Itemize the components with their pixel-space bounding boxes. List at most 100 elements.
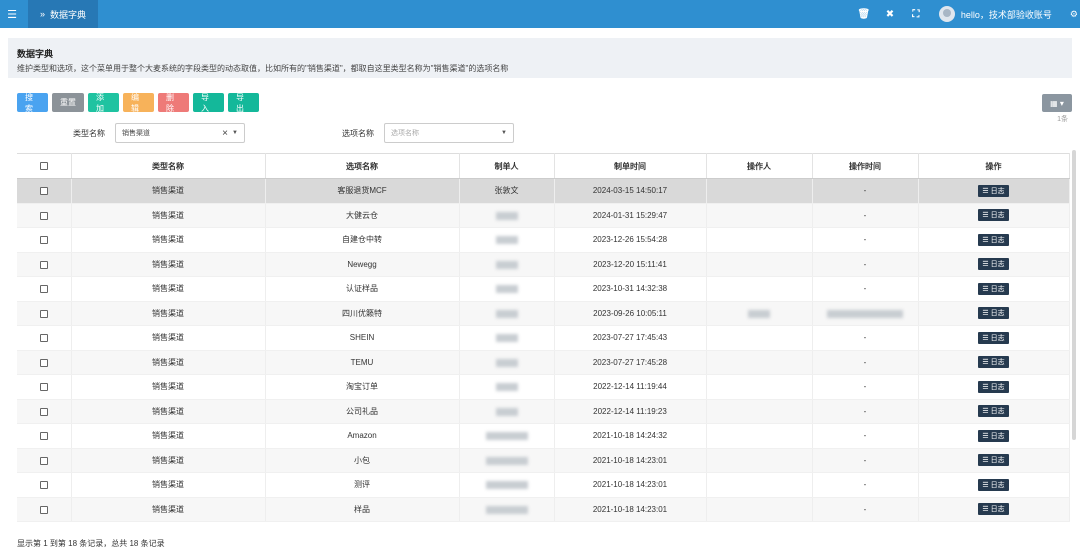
row-checkbox-cell[interactable] xyxy=(17,448,72,473)
redacted-name xyxy=(495,285,518,294)
list-icon: ☰ xyxy=(982,285,989,293)
type-cell: 销售渠道 xyxy=(71,497,266,522)
type-select[interactable]: 销售渠道 × ▼ xyxy=(115,123,245,143)
table-row[interactable]: 销售渠道 SHEIN 2023-07-27 17:45:43 - ☰ 日志 xyxy=(17,325,1070,351)
table-row[interactable]: 销售渠道 大健云仓 2024-01-31 15:29:47 - ☰ 日志 xyxy=(17,203,1070,228)
log-button[interactable]: ☰ 日志 xyxy=(978,478,1009,491)
row-checkbox[interactable] xyxy=(39,260,48,269)
log-button[interactable]: ☰ 日志 xyxy=(978,405,1009,418)
log-button[interactable]: ☰ 日志 xyxy=(978,282,1009,295)
table-row[interactable]: 销售渠道 客服退货MCF 张敦文 2024-03-15 14:50:17 - ☰ 日志 xyxy=(17,178,1070,204)
column-header[interactable]: 选项名称 xyxy=(265,153,460,179)
row-checkbox[interactable] xyxy=(39,481,48,490)
log-button[interactable]: ☰ 日志 xyxy=(978,454,1009,467)
delete-button[interactable]: 删除 xyxy=(158,93,189,113)
table-row[interactable]: 销售渠道 TEMU 2023-07-27 17:45:28 - ☰ 日志 xyxy=(17,350,1070,375)
row-checkbox-cell[interactable] xyxy=(17,325,72,351)
log-button[interactable]: ☰ 日志 xyxy=(978,429,1009,442)
column-header[interactable]: 操作人 xyxy=(706,153,813,179)
row-checkbox[interactable] xyxy=(39,456,48,465)
row-checkbox-cell[interactable] xyxy=(17,301,72,326)
tab-data-dictionary[interactable]: » 数据字典 xyxy=(28,0,99,28)
table-row[interactable]: 销售渠道 认证样品 2023-10-31 14:32:38 - ☰ 日志 xyxy=(17,276,1070,302)
clear-icon[interactable]: × xyxy=(222,128,228,139)
user-greeting[interactable]: hello，技术部验收账号 xyxy=(961,8,1052,21)
gear-icon[interactable]: ⚙ xyxy=(1070,9,1078,20)
select-all-checkbox-cell[interactable] xyxy=(17,153,72,179)
row-checkbox[interactable] xyxy=(39,211,48,220)
avatar[interactable] xyxy=(938,6,955,22)
row-checkbox[interactable] xyxy=(39,358,48,367)
search-button[interactable]: 搜索 xyxy=(17,93,48,113)
log-button[interactable]: ☰ 日志 xyxy=(978,184,1009,197)
time-cell: 2024-03-15 14:50:17 xyxy=(554,178,707,204)
table-row[interactable]: 销售渠道 四川优籁特 2023-09-26 10:05:11 ☰ 日志 xyxy=(17,301,1070,326)
row-checkbox-cell[interactable] xyxy=(17,252,72,277)
row-checkbox[interactable] xyxy=(39,187,48,196)
row-checkbox[interactable] xyxy=(39,285,48,294)
option-cell: TEMU xyxy=(265,350,460,375)
menu-icon[interactable]: ☰ xyxy=(0,0,24,28)
row-checkbox[interactable] xyxy=(39,309,48,318)
table-row[interactable]: 销售渠道 小包 2021-10-18 14:23:01 - ☰ 日志 xyxy=(17,448,1070,473)
scrollbar[interactable] xyxy=(1072,150,1076,440)
row-checkbox[interactable] xyxy=(39,505,48,514)
column-header[interactable]: 操作 xyxy=(918,153,1070,179)
log-button[interactable]: ☰ 日志 xyxy=(978,307,1009,320)
log-button[interactable]: ☰ 日志 xyxy=(978,233,1009,246)
pagination-summary: 显示第 1 到第 18 条记录，总共 18 条记录 xyxy=(17,539,165,548)
row-checkbox-cell[interactable] xyxy=(17,350,72,375)
page-title: 数据字典 xyxy=(17,49,54,59)
type-filter-label: 类型名称 xyxy=(73,128,105,138)
log-button[interactable]: ☰ 日志 xyxy=(978,503,1009,516)
row-checkbox-cell[interactable] xyxy=(17,276,72,302)
row-checkbox[interactable] xyxy=(39,334,48,343)
table-row[interactable]: 销售渠道 测评 2021-10-18 14:23:01 - ☰ 日志 xyxy=(17,472,1070,498)
table-row[interactable]: 销售渠道 Amazon 2021-10-18 14:24:32 - ☰ 日志 xyxy=(17,423,1070,449)
type-cell: 销售渠道 xyxy=(71,472,266,498)
select-all-checkbox[interactable] xyxy=(39,162,48,171)
redacted-name xyxy=(495,236,518,245)
table-row[interactable]: 销售渠道 淘宝订单 2022-12-14 11:19:44 - ☰ 日志 xyxy=(17,374,1070,400)
trash-icon[interactable]: 🗑 xyxy=(851,9,877,20)
row-checkbox-cell[interactable] xyxy=(17,472,72,498)
column-header[interactable]: 操作时间 xyxy=(812,153,919,179)
column-header[interactable]: 类型名称 xyxy=(71,153,266,179)
time-cell: 2023-12-20 15:11:41 xyxy=(554,252,707,277)
close-icon[interactable]: ✖ xyxy=(877,9,903,20)
operator-cell xyxy=(706,178,813,204)
row-checkbox-cell[interactable] xyxy=(17,203,72,228)
row-checkbox-cell[interactable] xyxy=(17,178,72,204)
add-button[interactable]: 添加 xyxy=(88,93,119,113)
row-checkbox[interactable] xyxy=(39,236,48,245)
row-checkbox-cell[interactable] xyxy=(17,423,72,449)
table-row[interactable]: 销售渠道 Newegg 2023-12-20 15:11:41 - ☰ 日志 xyxy=(17,252,1070,277)
column-header[interactable]: 制单时间 xyxy=(554,153,707,179)
table-row[interactable]: 销售渠道 自建仓中转 2023-12-26 15:54:28 - ☰ 日志 xyxy=(17,227,1070,253)
edit-button[interactable]: 编辑 xyxy=(123,93,154,113)
row-checkbox-cell[interactable] xyxy=(17,399,72,424)
table-row[interactable]: 销售渠道 公司礼品 2022-12-14 11:19:23 - ☰ 日志 xyxy=(17,399,1070,424)
fullscreen-icon[interactable]: ⛶ xyxy=(903,9,929,20)
log-button[interactable]: ☰ 日志 xyxy=(978,258,1009,271)
option-cell: Amazon xyxy=(265,423,460,449)
log-button[interactable]: ☰ 日志 xyxy=(978,380,1009,393)
log-button[interactable]: ☰ 日志 xyxy=(978,331,1009,344)
row-checkbox-cell[interactable] xyxy=(17,374,72,400)
action-cell: ☰ 日志 xyxy=(918,497,1070,522)
columns-toggle-button[interactable]: ▦ ▾ xyxy=(1042,94,1072,112)
import-button[interactable]: 导入 xyxy=(193,93,224,113)
row-checkbox-cell[interactable] xyxy=(17,497,72,522)
table-row[interactable]: 销售渠道 样品 2021-10-18 14:23:01 - ☰ 日志 xyxy=(17,497,1070,522)
log-button[interactable]: ☰ 日志 xyxy=(978,356,1009,369)
log-button[interactable]: ☰ 日志 xyxy=(978,209,1009,222)
export-button[interactable]: 导出 xyxy=(228,93,259,113)
row-checkbox[interactable] xyxy=(39,432,48,441)
reset-button[interactable]: 重置 xyxy=(52,93,84,112)
redacted-name xyxy=(495,260,518,269)
row-checkbox[interactable] xyxy=(39,407,48,416)
row-checkbox[interactable] xyxy=(39,383,48,392)
row-checkbox-cell[interactable] xyxy=(17,227,72,253)
option-select[interactable]: 选项名称 ▼ xyxy=(384,123,514,143)
column-header[interactable]: 制单人 xyxy=(459,153,555,179)
